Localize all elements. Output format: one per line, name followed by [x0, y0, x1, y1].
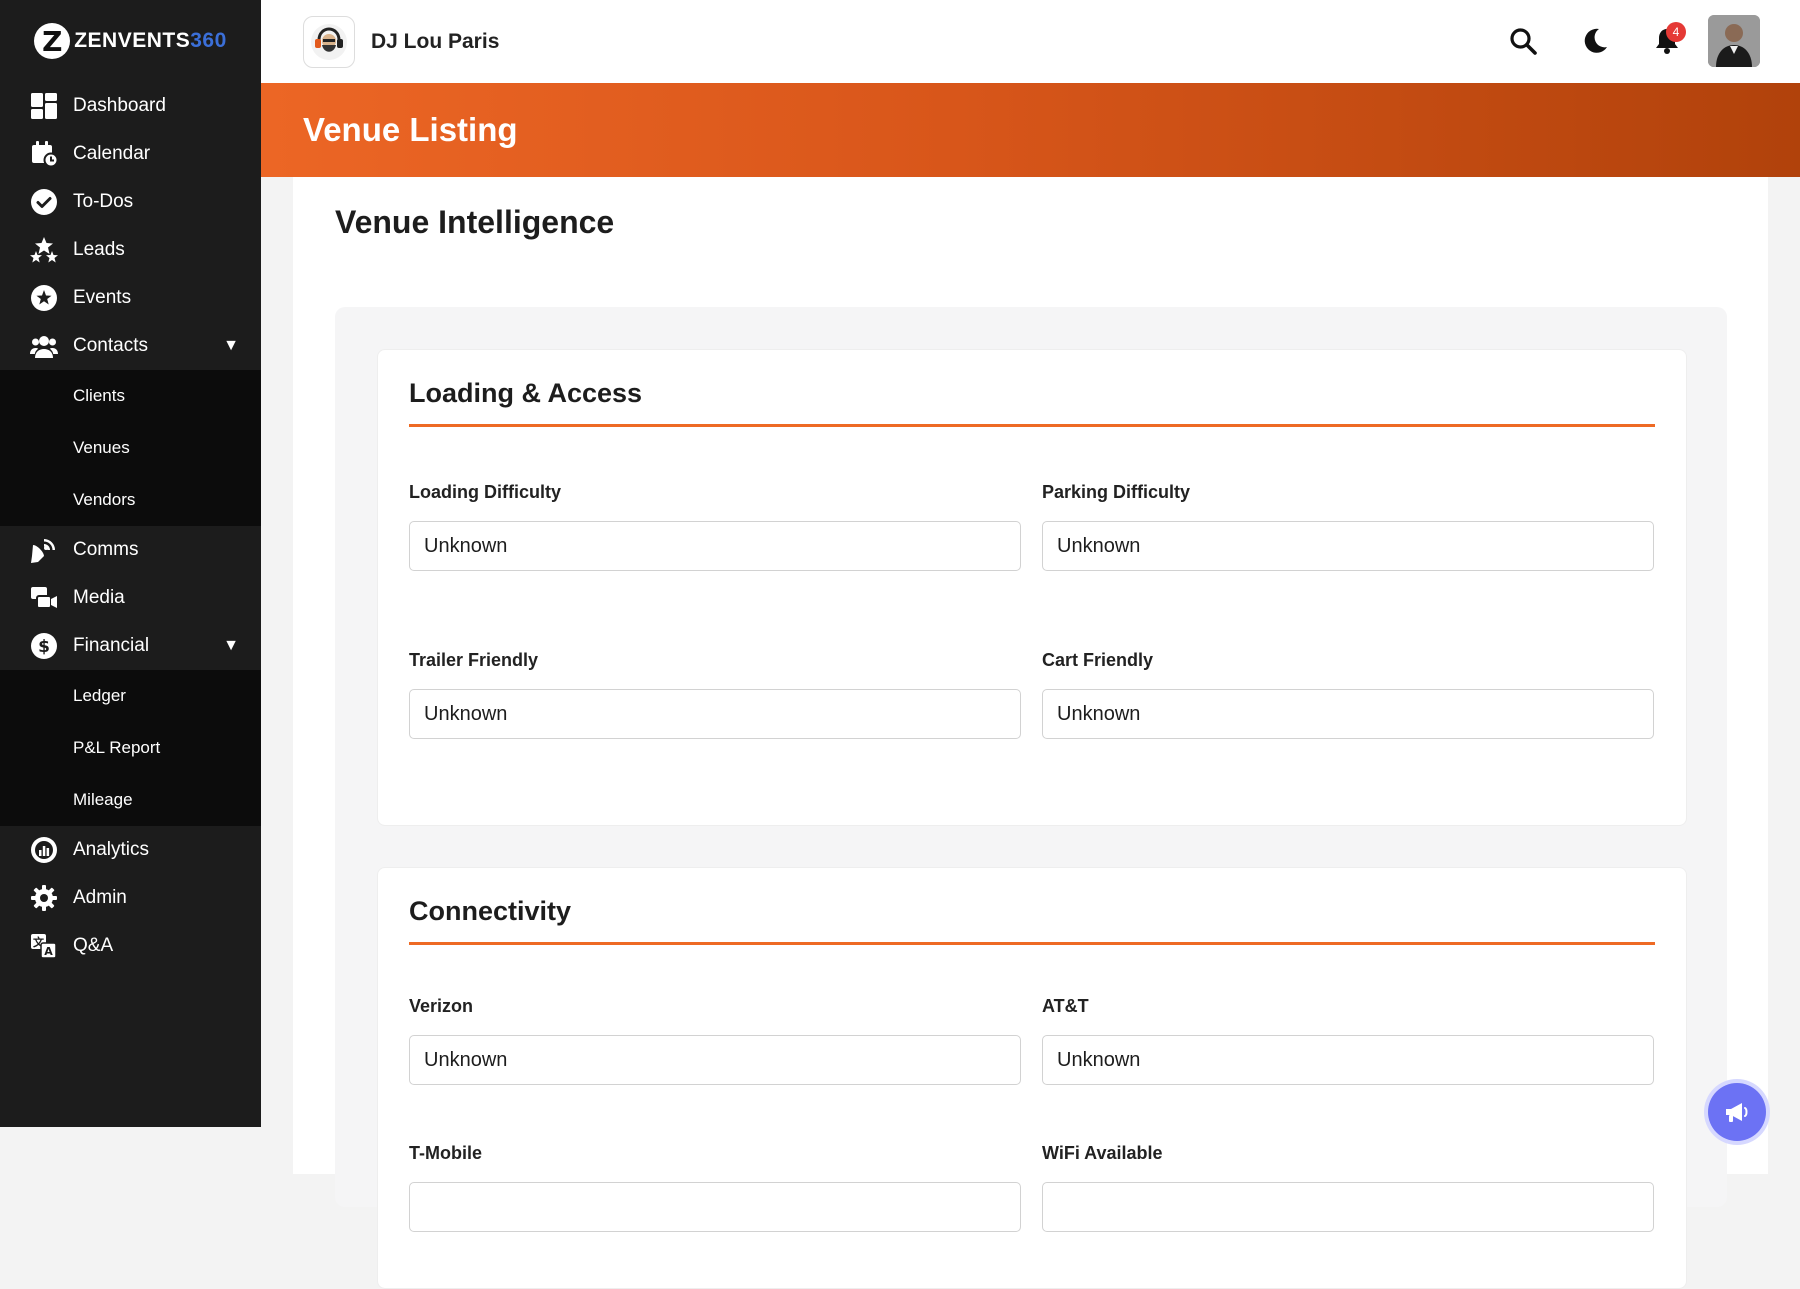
moon-icon	[1584, 28, 1607, 53]
svg-text:$: $	[38, 637, 50, 657]
app-logo[interactable]: Z ZENVENTS360	[0, 0, 261, 82]
field-label: WiFi Available	[1042, 1143, 1163, 1163]
sidebar-item-label: Financial	[73, 635, 150, 656]
field-label: Trailer Friendly	[409, 650, 539, 670]
top-header: DJ Lou Paris 4	[261, 0, 1800, 83]
calendar-icon	[30, 140, 58, 168]
connectivity-card: Connectivity Verizon AT&T T-Mobile WiFi …	[377, 867, 1687, 1289]
sidebar-nav: Dashboard Calendar To-Dos Leads Events C…	[0, 82, 261, 970]
check-circle-icon	[30, 188, 58, 216]
dj-logo-icon	[311, 23, 347, 60]
field-label: Verizon	[409, 996, 474, 1016]
card-title-underline	[409, 424, 1655, 427]
sidebar-item-calendar[interactable]: Calendar	[0, 130, 261, 178]
wifi-available-field[interactable]	[1042, 1182, 1654, 1232]
sidebar-item-label: Calendar	[73, 143, 151, 164]
avatar[interactable]	[1708, 15, 1760, 67]
megaphone-icon	[1726, 1103, 1748, 1122]
sidebar-item-contacts[interactable]: Contacts ▼	[0, 322, 261, 370]
sidebar-item-pl-report[interactable]: P&L Report	[0, 722, 261, 774]
card-title-underline	[409, 942, 1655, 945]
dark-mode-toggle[interactable]	[1568, 14, 1622, 68]
sidebar-item-analytics[interactable]: Analytics	[0, 826, 261, 874]
sidebar-item-label: Dashboard	[73, 95, 166, 116]
field-label: T-Mobile	[409, 1143, 482, 1163]
svg-text:A: A	[44, 945, 53, 958]
att-field[interactable]	[1042, 1035, 1654, 1085]
tmobile-field[interactable]	[409, 1182, 1021, 1232]
loading-access-card: Loading & Access Loading Difficulty Park…	[377, 349, 1687, 826]
sidebar-item-label: Contacts	[73, 335, 148, 356]
sidebar-item-label: Comms	[73, 539, 139, 560]
section-heading: Venue Intelligence	[335, 204, 615, 240]
gauge-icon	[30, 836, 58, 864]
sidebar-item-label: Admin	[73, 887, 127, 908]
page-title: Venue Listing	[303, 111, 518, 148]
chevron-down-icon[interactable]: ▼	[223, 337, 239, 355]
page-banner: Venue Listing	[261, 83, 1800, 177]
announcements-button[interactable]	[1708, 1083, 1766, 1141]
search-icon	[1510, 28, 1537, 55]
dashboard-icon	[30, 92, 58, 120]
business-avatar[interactable]	[303, 15, 355, 68]
search-button[interactable]	[1496, 14, 1550, 68]
sidebar-item-qa[interactable]: 文A Q&A	[0, 922, 261, 970]
sidebar-item-dashboard[interactable]: Dashboard	[0, 82, 261, 130]
verizon-field[interactable]	[409, 1035, 1021, 1085]
business-name: DJ Lou Paris	[371, 29, 500, 53]
field-label: Parking Difficulty	[1042, 482, 1191, 502]
logo-mark: Z	[34, 23, 71, 59]
header-actions: 4	[1478, 14, 1760, 68]
user-photo	[1708, 15, 1760, 67]
satellite-dish-icon	[30, 536, 58, 564]
sidebar: Z ZENVENTS360 Dashboard Calendar To-Dos	[0, 0, 261, 1127]
language-icon: 文A	[30, 932, 58, 960]
logo-text: ZENVENTS360	[74, 29, 227, 52]
sidebar-item-label: Leads	[73, 239, 125, 260]
field-label: Loading Difficulty	[409, 482, 561, 502]
sidebar-item-events[interactable]: Events	[0, 274, 261, 322]
stars-icon	[30, 236, 58, 264]
main-content: Venue Intelligence Loading & Access Load…	[293, 177, 1768, 1289]
card-title: Connectivity	[409, 896, 572, 926]
parking-difficulty-field[interactable]	[1042, 521, 1654, 571]
card-title: Loading & Access	[409, 378, 643, 408]
sidebar-item-comms[interactable]: Comms	[0, 526, 261, 574]
sidebar-item-vendors[interactable]: Vendors	[0, 474, 261, 526]
sidebar-item-mileage[interactable]: Mileage	[0, 774, 261, 826]
sidebar-item-media[interactable]: Media	[0, 574, 261, 622]
gear-icon	[30, 884, 58, 912]
users-icon	[30, 332, 58, 360]
dollar-circle-icon: $	[30, 632, 58, 660]
intelligence-panel: Loading & Access Loading Difficulty Park…	[335, 307, 1727, 1289]
sidebar-item-clients[interactable]: Clients	[0, 370, 261, 422]
loading-difficulty-field[interactable]	[409, 521, 1021, 571]
sidebar-item-leads[interactable]: Leads	[0, 226, 261, 274]
sidebar-item-label: Events	[73, 287, 132, 308]
sidebar-item-todos[interactable]: To-Dos	[0, 178, 261, 226]
sidebar-item-label: Q&A	[73, 935, 114, 956]
notifications-button[interactable]: 4	[1640, 14, 1694, 68]
sidebar-item-label: Media	[73, 587, 125, 608]
sidebar-item-ledger[interactable]: Ledger	[0, 670, 261, 722]
sidebar-item-label: To-Dos	[73, 191, 134, 212]
field-label: Cart Friendly	[1042, 650, 1154, 670]
sidebar-item-admin[interactable]: Admin	[0, 874, 261, 922]
star-circle-icon	[30, 284, 58, 312]
notification-badge: 4	[1666, 22, 1686, 42]
chevron-down-icon[interactable]: ▼	[223, 637, 239, 655]
sidebar-item-financial[interactable]: $ Financial ▼	[0, 622, 261, 670]
trailer-friendly-field[interactable]	[409, 689, 1021, 739]
photo-video-icon	[30, 584, 58, 612]
cart-friendly-field[interactable]	[1042, 689, 1654, 739]
field-label: AT&T	[1042, 996, 1089, 1016]
sidebar-item-venues[interactable]: Venues	[0, 422, 261, 474]
contacts-submenu: Clients Venues Vendors	[0, 370, 261, 526]
sidebar-item-label: Analytics	[73, 839, 150, 860]
financial-submenu: Ledger P&L Report Mileage	[0, 670, 261, 826]
